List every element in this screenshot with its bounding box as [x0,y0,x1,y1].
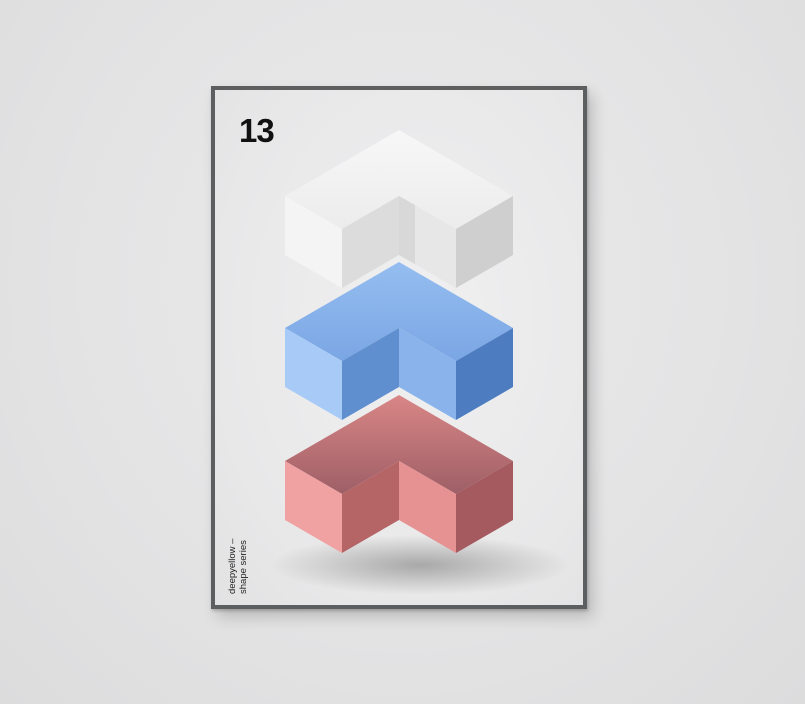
caption-line-2: shape series [238,540,249,594]
poster-frame: 13 deepyellow – shape series [211,86,587,609]
red-chevron-block [285,395,513,553]
caption-line-1: deepyellow – [227,538,238,594]
poster-caption: deepyellow – shape series [227,504,249,594]
poster: 13 deepyellow – shape series [215,90,583,605]
isometric-shapes [270,130,570,595]
shape-shadow [270,535,570,595]
